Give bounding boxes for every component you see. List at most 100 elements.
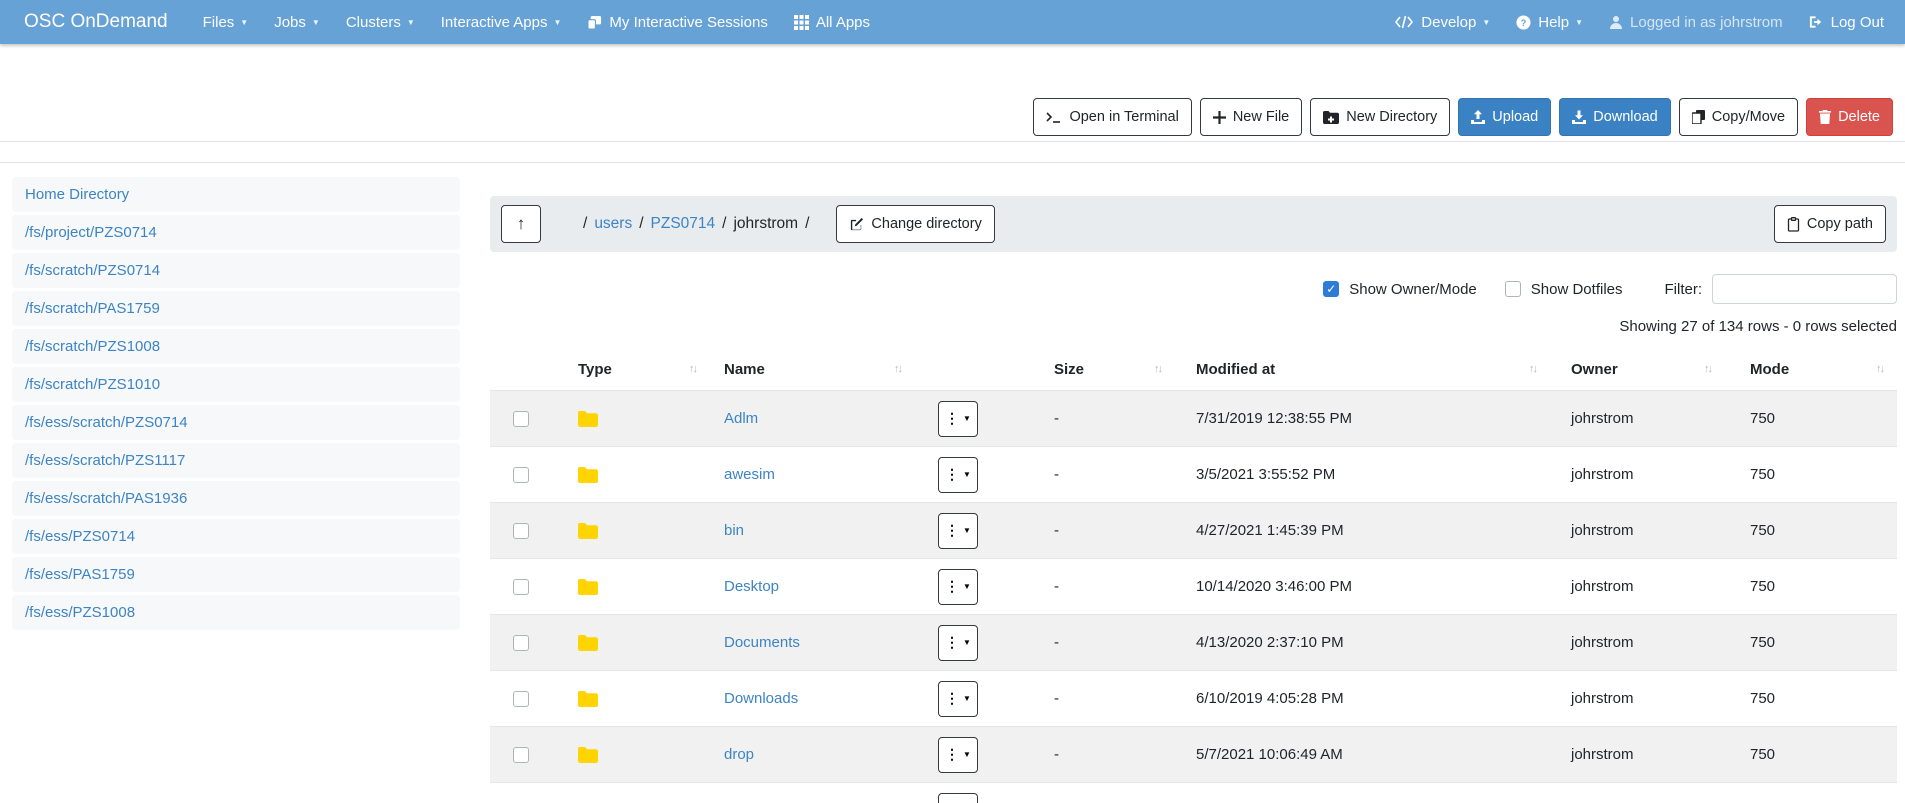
row-actions-dropdown[interactable]: ⋮▼ xyxy=(938,401,978,437)
brand-link[interactable]: OSC OnDemand xyxy=(16,11,176,33)
sidebar-item-fs-ess-pzs0714[interactable]: /fs/ess/PZS0714 xyxy=(12,519,460,554)
nav-item-files[interactable]: Files▼ xyxy=(190,0,262,44)
sidebar-item-fs-ess-pas1759[interactable]: /fs/ess/PAS1759 xyxy=(12,557,460,592)
kebab-icon: ⋮ xyxy=(945,522,959,539)
nav-item-my-interactive-sessions[interactable]: My Interactive Sessions xyxy=(574,0,780,44)
row-actions-dropdown[interactable]: ⋮▼ xyxy=(938,681,978,717)
file-name-link[interactable]: drop xyxy=(724,746,754,763)
header-modified[interactable]: Modified at↑↓ xyxy=(1175,361,1550,378)
row-checkbox[interactable] xyxy=(513,523,529,539)
new-file-button[interactable]: New File xyxy=(1200,98,1302,136)
header-type[interactable]: Type↑↓ xyxy=(560,361,710,378)
actions-cell: ⋮▼ xyxy=(915,625,1040,661)
filter-input[interactable] xyxy=(1712,274,1897,304)
up-directory-button[interactable]: ↑ xyxy=(501,205,541,243)
header-name[interactable]: Name↑↓ xyxy=(710,361,915,378)
plus-icon xyxy=(1213,111,1226,124)
row-select-cell xyxy=(490,579,560,595)
delete-button[interactable]: Delete xyxy=(1806,98,1893,136)
row-actions-dropdown[interactable]: ⋮▼ xyxy=(938,457,978,493)
sort-arrows-icon[interactable]: ↑↓ xyxy=(1154,363,1161,375)
actions-cell: ⋮▼ xyxy=(915,737,1040,773)
sidebar-item-fs-scratch-pzs1008[interactable]: /fs/scratch/PZS1008 xyxy=(12,329,460,364)
chevron-down-icon: ▼ xyxy=(963,694,971,703)
copy-move-label: Copy/Move xyxy=(1712,109,1785,125)
size-cell: - xyxy=(1040,690,1175,707)
table-row: Downloads⋮▼-6/10/2019 4:05:28 PMjohrstro… xyxy=(490,670,1897,726)
sort-arrows-icon[interactable]: ↑↓ xyxy=(1704,363,1711,375)
header-mode[interactable]: Mode↑↓ xyxy=(1725,361,1897,378)
file-name-link[interactable]: Downloads xyxy=(724,690,798,707)
sort-arrows-icon[interactable]: ↑↓ xyxy=(1529,363,1536,375)
nav-item-logged-in-user[interactable]: Logged in as johrstrom xyxy=(1596,0,1796,44)
main-panel: ↑ /users/PZS0714/johrstrom/ Change direc… xyxy=(490,163,1897,803)
mode-cell: 750 xyxy=(1725,466,1897,483)
row-select-cell xyxy=(490,467,560,483)
nav-item-log-out[interactable]: Log Out xyxy=(1796,0,1897,44)
nav-item-help[interactable]: ?Help▼ xyxy=(1503,0,1596,44)
header-size[interactable]: Size↑↓ xyxy=(1040,361,1175,378)
file-name-link[interactable]: Documents xyxy=(724,634,800,651)
new-directory-button[interactable]: New Directory xyxy=(1310,98,1450,136)
row-checkbox[interactable] xyxy=(513,691,529,707)
nav-item-label: Develop xyxy=(1421,14,1476,31)
sidebar-item-fs-ess-pzs1008[interactable]: /fs/ess/PZS1008 xyxy=(12,595,460,630)
row-actions-dropdown[interactable]: ⋮▼ xyxy=(938,625,978,661)
modified-cell: 3/5/2021 3:55:52 PM xyxy=(1175,466,1550,483)
show-owner-mode-checkbox[interactable]: ✓ xyxy=(1323,281,1339,297)
upload-button[interactable]: Upload xyxy=(1458,98,1551,136)
logout-icon xyxy=(1809,15,1824,29)
table-row: intel⋮▼-1/13/2020 4:53:28 PMjohrstrom750 xyxy=(490,782,1897,803)
breadcrumb-link-pzs0714[interactable]: PZS0714 xyxy=(651,215,716,233)
kebab-icon: ⋮ xyxy=(945,634,959,651)
sidebar-item-fs-scratch-pas1759[interactable]: /fs/scratch/PAS1759 xyxy=(12,291,460,326)
row-actions-dropdown[interactable]: ⋮▼ xyxy=(938,793,978,803)
sort-arrows-icon[interactable]: ↑↓ xyxy=(689,363,696,375)
file-name-link[interactable]: awesim xyxy=(724,466,775,483)
sidebar-item-fs-ess-scratch-pas1936[interactable]: /fs/ess/scratch/PAS1936 xyxy=(12,481,460,516)
nav-item-all-apps[interactable]: All Apps xyxy=(781,0,883,44)
delete-label: Delete xyxy=(1838,109,1880,125)
header-owner[interactable]: Owner↑↓ xyxy=(1550,361,1725,378)
sort-arrows-icon[interactable]: ↑↓ xyxy=(1876,363,1883,375)
row-checkbox[interactable] xyxy=(513,411,529,427)
sidebar-item-fs-ess-scratch-pzs1117[interactable]: /fs/ess/scratch/PZS1117 xyxy=(12,443,460,478)
row-checkbox[interactable] xyxy=(513,635,529,651)
row-checkbox[interactable] xyxy=(513,747,529,763)
file-name-link[interactable]: bin xyxy=(724,522,744,539)
new-file-label: New File xyxy=(1233,109,1289,125)
open-in-terminal-button[interactable]: Open in Terminal xyxy=(1033,98,1191,136)
sidebar-item-home-directory[interactable]: Home Directory xyxy=(12,177,460,212)
row-actions-dropdown[interactable]: ⋮▼ xyxy=(938,737,978,773)
change-directory-button[interactable]: Change directory xyxy=(836,205,994,243)
sidebar-item-fs-project-pzs0714[interactable]: /fs/project/PZS0714 xyxy=(12,215,460,250)
breadcrumb-segment: / xyxy=(805,215,809,233)
breadcrumb: /users/PZS0714/johrstrom/ xyxy=(583,215,809,233)
copy-move-button[interactable]: Copy/Move xyxy=(1679,98,1798,136)
table-row: drop⋮▼-5/7/2021 10:06:49 AMjohrstrom750 xyxy=(490,726,1897,782)
modified-cell: 4/27/2021 1:45:39 PM xyxy=(1175,522,1550,539)
nav-item-develop[interactable]: Develop▼ xyxy=(1381,0,1503,44)
sidebar-item-fs-ess-scratch-pzs0714[interactable]: /fs/ess/scratch/PZS0714 xyxy=(12,405,460,440)
file-name-link[interactable]: Desktop xyxy=(724,578,779,595)
nav-item-clusters[interactable]: Clusters▼ xyxy=(333,0,428,44)
row-actions-dropdown[interactable]: ⋮▼ xyxy=(938,513,978,549)
row-actions-dropdown[interactable]: ⋮▼ xyxy=(938,569,978,605)
row-checkbox[interactable] xyxy=(513,467,529,483)
nav-item-label: Log Out xyxy=(1831,14,1884,31)
breadcrumb-segment: / xyxy=(639,215,643,233)
download-button[interactable]: Download xyxy=(1559,98,1671,136)
file-name-link[interactable]: Adlm xyxy=(724,410,758,427)
show-dotfiles-checkbox[interactable] xyxy=(1505,281,1521,297)
divider xyxy=(0,141,1905,142)
name-cell: Downloads xyxy=(710,690,915,707)
name-cell: awesim xyxy=(710,466,915,483)
nav-item-interactive-apps[interactable]: Interactive Apps▼ xyxy=(428,0,575,44)
nav-item-jobs[interactable]: Jobs▼ xyxy=(261,0,333,44)
breadcrumb-link-users[interactable]: users xyxy=(594,215,632,233)
sidebar-item-fs-scratch-pzs1010[interactable]: /fs/scratch/PZS1010 xyxy=(12,367,460,402)
row-checkbox[interactable] xyxy=(513,579,529,595)
sort-arrows-icon[interactable]: ↑↓ xyxy=(894,363,901,375)
copy-path-button[interactable]: Copy path xyxy=(1774,205,1886,243)
sidebar-item-fs-scratch-pzs0714[interactable]: /fs/scratch/PZS0714 xyxy=(12,253,460,288)
